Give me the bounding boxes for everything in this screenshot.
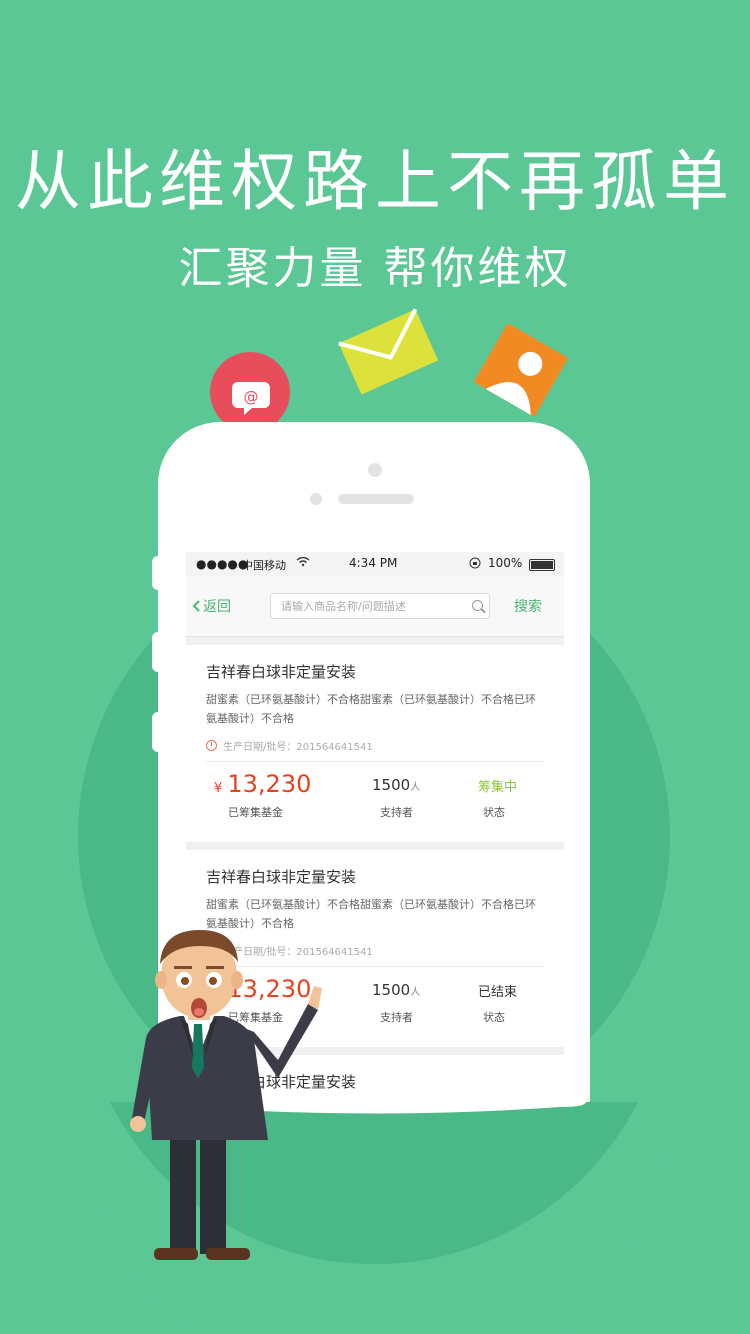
item-description: 甜蜜素（已环氨基酸计）不合格甜蜜素（已环氨基酸计）不合格已环氨基酸计）不合格 <box>206 693 536 725</box>
item-title: 吉祥春白球非定量安装 <box>206 663 357 681</box>
nav-bar: 返回 请输入商品名称/问题描述 搜索 <box>186 576 564 637</box>
supporters-count: 1500人 <box>372 776 420 794</box>
supporters-label: 支持者 <box>380 1011 413 1024</box>
list-item[interactable]: 吉祥春白球非定量安装 甜蜜素（已环氨基酸计）不合格甜蜜素（已环氨基酸计）不合格已… <box>186 645 564 842</box>
search-icon <box>472 600 483 611</box>
supporters-count: 1500人 <box>372 981 420 999</box>
back-button[interactable]: 返回 <box>192 596 231 616</box>
item-title: 吉祥春白球非定量安装 <box>206 868 357 886</box>
svg-text:@: @ <box>244 388 259 406</box>
back-label: 返回 <box>203 599 231 615</box>
item-meta: 生产日期/批号：201564641541 <box>206 738 544 753</box>
status-label: 状态 <box>483 806 505 819</box>
signal-strength: ●●●●● <box>196 557 249 571</box>
clock-icon <box>206 740 217 751</box>
subheadline: 汇聚力量 帮你维权 <box>178 243 572 294</box>
item-batch: 生产日期/批号：201564641541 <box>223 742 373 753</box>
search-button[interactable]: 搜索 <box>514 596 542 616</box>
user-card-icon <box>473 323 569 420</box>
phone-sensor <box>310 493 322 505</box>
status-badge: 筹集中 <box>478 780 518 795</box>
search-input[interactable]: 请输入商品名称/问题描述 <box>270 593 490 619</box>
phone-camera <box>368 463 382 477</box>
businessman-illustration <box>128 928 328 1268</box>
supporters-unit: 人 <box>410 782 421 793</box>
supporters-value: 1500 <box>372 776 411 794</box>
headline: 从此维权路上不再孤单 <box>15 143 735 220</box>
status-label: 状态 <box>483 1011 505 1024</box>
battery-icon <box>529 559 555 571</box>
currency-symbol: ¥ <box>214 781 223 796</box>
rotation-lock-icon <box>469 557 481 572</box>
fund-amount: ¥ 13,230 <box>214 770 311 798</box>
status-bar: ●●●●● 中国移动 4:34 PM 100% <box>186 552 564 576</box>
battery-percent: 100% <box>488 556 523 570</box>
amount-value: 13,230 <box>227 770 312 798</box>
supporters-unit: 人 <box>410 987 421 998</box>
chevron-left-icon <box>192 600 200 612</box>
status-badge: 已结束 <box>478 985 518 1000</box>
supporters-label: 支持者 <box>380 806 413 819</box>
item-stats: ¥ 13,230 已筹集基金 1500人 支持者 筹集中 状态 <box>206 762 544 842</box>
fund-label: 已筹集基金 <box>228 806 283 819</box>
supporters-value: 1500 <box>372 981 411 999</box>
phone-speaker <box>338 494 414 504</box>
carrier-name: 中国移动 <box>242 559 286 572</box>
search-placeholder: 请输入商品名称/问题描述 <box>281 600 406 613</box>
wifi-icon <box>296 556 310 570</box>
envelope-icon <box>336 306 440 400</box>
status-time: 4:34 PM <box>349 556 398 570</box>
